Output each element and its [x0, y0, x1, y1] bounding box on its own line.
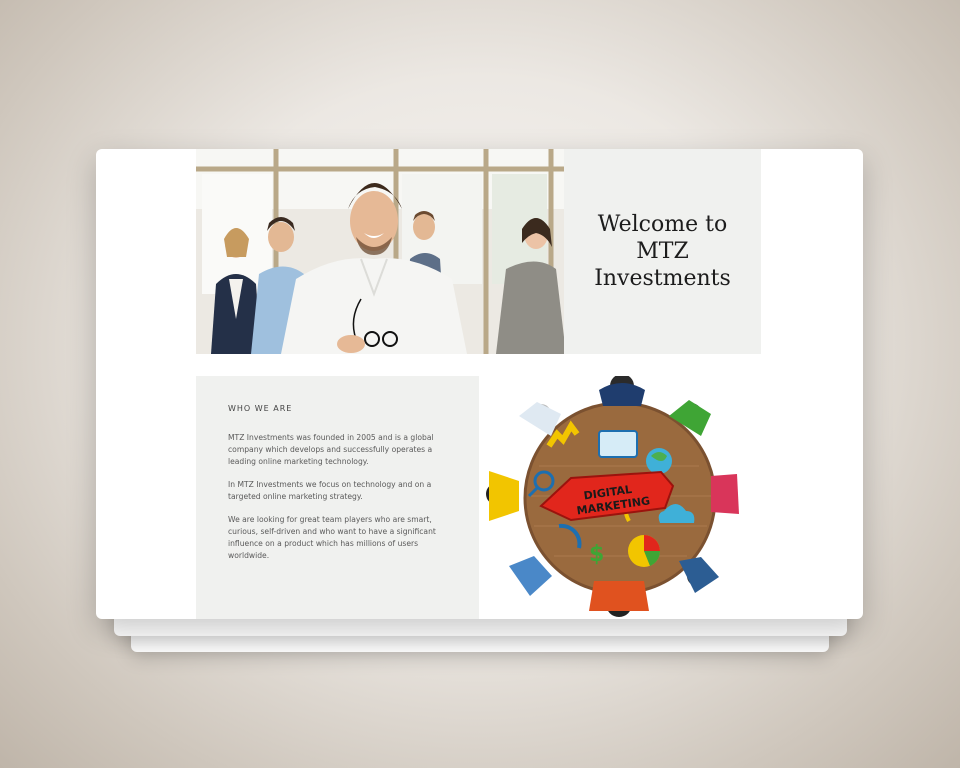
about-text: MTZ Investments was founded in 2005 and … [228, 432, 443, 573]
digital-marketing-illustration: $ DIGITAL MARKETING [479, 376, 761, 619]
hero-title-panel: Welcome to MTZ Investments [564, 149, 761, 354]
section-heading: WHO WE ARE [228, 404, 293, 413]
person [599, 376, 645, 406]
about-section: WHO WE ARE MTZ Investments was founded i… [196, 376, 479, 619]
about-paragraph: We are looking for great team players wh… [228, 515, 436, 560]
page-title: Welcome to MTZ Investments [594, 212, 731, 291]
team-photo [196, 149, 564, 354]
website-preview-card: Welcome to MTZ Investments WHO WE ARE MT… [96, 149, 863, 619]
about-paragraph: In MTZ Investments we focus on technolog… [228, 480, 432, 501]
svg-text:$: $ [589, 542, 604, 567]
hero-section: Welcome to MTZ Investments [196, 149, 761, 354]
about-paragraph: MTZ Investments was founded in 2005 and … [228, 433, 434, 466]
